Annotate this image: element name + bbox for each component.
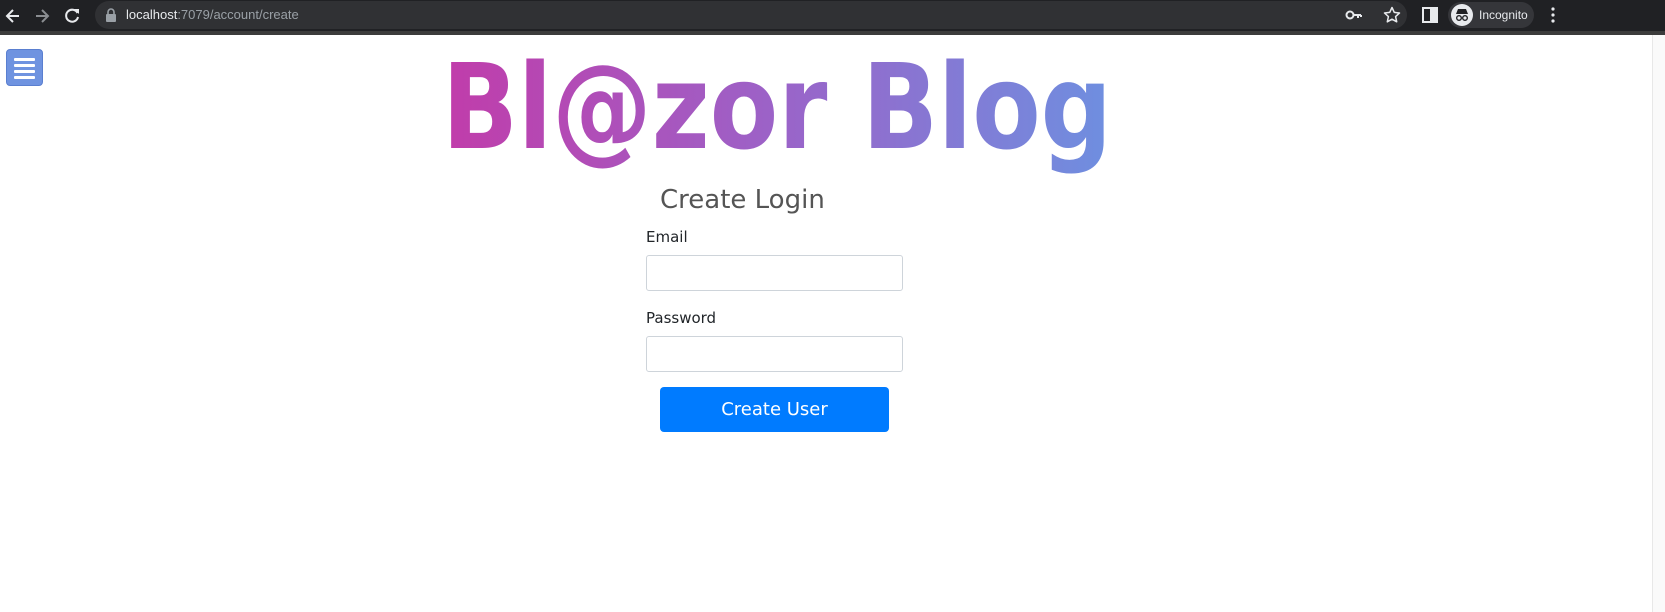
url-text[interactable]: localhost:7079/account/create bbox=[126, 7, 299, 23]
password-field[interactable] bbox=[646, 336, 903, 372]
page-title: Create Login bbox=[660, 185, 825, 215]
email-field[interactable] bbox=[646, 255, 903, 291]
side-panel-icon[interactable] bbox=[1421, 6, 1439, 24]
bookmark-star-icon[interactable] bbox=[1383, 6, 1401, 24]
reload-icon[interactable] bbox=[62, 6, 82, 26]
forward-arrow-icon[interactable] bbox=[32, 6, 52, 26]
address-bar[interactable]: localhost:7079/account/create bbox=[95, 1, 1407, 29]
incognito-profile-button[interactable]: Incognito bbox=[1448, 2, 1534, 28]
browser-toolbar: localhost:7079/account/create Incognito bbox=[0, 0, 1665, 35]
site-logo: Bl@zor Blog bbox=[432, 38, 1122, 178]
logo-text: Bl@zor Blog bbox=[442, 38, 1112, 176]
email-label: Email bbox=[646, 228, 688, 246]
incognito-label: Incognito bbox=[1479, 8, 1528, 22]
url-host: localhost bbox=[126, 7, 178, 22]
incognito-icon bbox=[1451, 4, 1473, 26]
kebab-menu-icon[interactable] bbox=[1544, 6, 1562, 24]
back-arrow-icon[interactable] bbox=[3, 6, 23, 26]
key-icon[interactable] bbox=[1345, 6, 1363, 24]
page-scrollbar[interactable] bbox=[1652, 35, 1665, 612]
lock-icon[interactable] bbox=[105, 8, 117, 22]
url-path: :7079/account/create bbox=[177, 7, 299, 22]
create-user-button[interactable]: Create User bbox=[660, 387, 889, 432]
password-label: Password bbox=[646, 309, 717, 327]
hamburger-menu-button[interactable] bbox=[6, 49, 43, 86]
